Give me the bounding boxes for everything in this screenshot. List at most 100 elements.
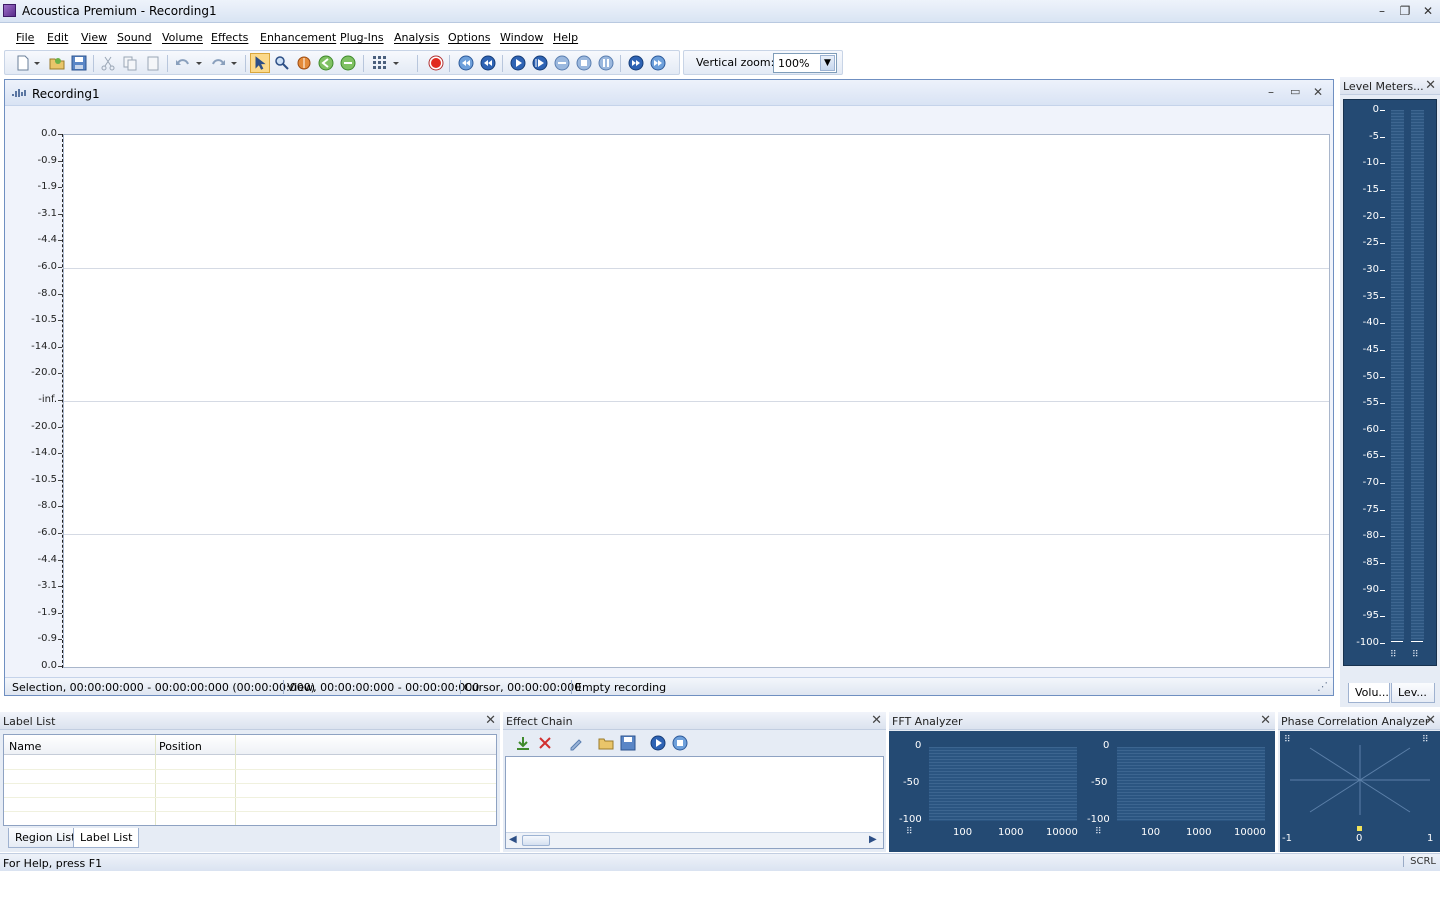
effect-chain-list[interactable]: ◀ ▶: [505, 756, 884, 849]
y-axis-tick-label: -20.0: [31, 421, 57, 432]
y-axis-tick-label: 0.0: [41, 660, 57, 671]
new-icon[interactable]: [15, 55, 31, 71]
level-scale-label: -20: [1362, 211, 1379, 222]
chevron-down-icon[interactable]: ▼: [820, 55, 835, 71]
delete-icon[interactable]: [537, 735, 553, 751]
fast-forward-icon[interactable]: [628, 55, 644, 71]
save-icon[interactable]: [71, 55, 87, 71]
scrub-tool-icon[interactable]: [296, 55, 312, 71]
menu-window[interactable]: Window: [500, 31, 543, 44]
minimize-icon[interactable]: –: [1268, 85, 1274, 99]
go-to-start-icon[interactable]: [458, 55, 474, 71]
zoom-in-icon[interactable]: [318, 55, 334, 71]
menu-file[interactable]: File: [16, 31, 34, 44]
stop-icon[interactable]: [672, 735, 688, 751]
resize-grip-icon[interactable]: ⋰: [1317, 680, 1328, 693]
menu-analysis[interactable]: Analysis: [394, 31, 439, 44]
level-scale-tick: [1380, 430, 1385, 431]
redo-dropdown-icon[interactable]: [230, 55, 238, 71]
close-icon[interactable]: ✕: [1425, 713, 1436, 728]
label-list-panel: Label List ✕ Name Position Region List L…: [0, 712, 500, 852]
grip-icon[interactable]: ⠿: [1095, 827, 1102, 837]
grip-icon[interactable]: ⠿: [1390, 650, 1397, 660]
close-icon[interactable]: ✕: [485, 713, 496, 728]
menu-edit[interactable]: Edit: [47, 31, 68, 44]
play-icon[interactable]: [650, 735, 666, 751]
open-icon[interactable]: [598, 735, 614, 751]
paste-icon[interactable]: [145, 55, 161, 71]
menu-sound[interactable]: Sound: [117, 31, 152, 44]
tab-region-list[interactable]: Region List: [8, 828, 83, 848]
scroll-thumb[interactable]: [522, 835, 550, 846]
zoom-out-icon[interactable]: [340, 55, 356, 71]
menu-plugins[interactable]: Plug-Ins: [340, 31, 384, 44]
grip-icon[interactable]: ⠿: [1412, 650, 1419, 660]
level-scale-label: -45: [1362, 344, 1379, 355]
restore-icon[interactable]: ❐: [1396, 3, 1414, 19]
edit-icon[interactable]: [568, 735, 584, 751]
grip-icon[interactable]: ⠿: [1284, 735, 1291, 745]
y-axis-tick-label: -0.9: [37, 155, 57, 166]
menu-enhancement[interactable]: Enhancement: [260, 31, 336, 44]
level-scale-tick: [1380, 243, 1385, 244]
waveform-icon: [12, 89, 26, 97]
menu-options[interactable]: Options: [448, 31, 490, 44]
play-icon[interactable]: [510, 55, 526, 71]
menu-effects[interactable]: Effects: [211, 31, 248, 44]
play-selection-icon[interactable]: [532, 55, 548, 71]
column-position[interactable]: Position: [159, 740, 202, 753]
grid-dropdown-icon[interactable]: [392, 55, 400, 71]
open-icon[interactable]: [49, 55, 65, 71]
gridline: [64, 534, 1329, 535]
y-axis-tick-label: -1.9: [37, 181, 57, 192]
scroll-right-icon[interactable]: ▶: [869, 834, 877, 845]
level-scale-tick: [1380, 190, 1385, 191]
close-icon[interactable]: ✕: [871, 713, 882, 728]
y-axis-tick-label: -inf.: [38, 394, 57, 405]
vertical-zoom-select[interactable]: 100% ▼: [773, 53, 837, 73]
tab-level[interactable]: Lev...: [1391, 683, 1435, 703]
record-icon[interactable]: [428, 55, 444, 71]
tab-volume[interactable]: Volu...: [1348, 683, 1390, 703]
close-icon[interactable]: ✕: [1425, 78, 1436, 93]
copy-icon[interactable]: [122, 55, 138, 71]
level-scale-tick: [1380, 163, 1385, 164]
menu-view[interactable]: View: [81, 31, 107, 44]
fft-left-y-0: 0: [915, 740, 922, 751]
zoom-tool-icon[interactable]: [274, 55, 290, 71]
recording-window: Recording1 – ▭ ✕ 0.0 -0.9 -1.9 -3.1 -4.4 -6.0…: [4, 79, 1334, 696]
save-icon[interactable]: [620, 735, 636, 751]
redo-icon[interactable]: [210, 55, 226, 71]
waveform-area[interactable]: [63, 134, 1330, 668]
download-icon[interactable]: [515, 735, 531, 751]
close-icon[interactable]: ✕: [1419, 3, 1437, 19]
column-name[interactable]: Name: [9, 740, 41, 753]
undo-icon[interactable]: [175, 55, 191, 71]
tab-label-list[interactable]: Label List: [73, 828, 140, 848]
minimize-icon[interactable]: –: [1373, 3, 1391, 19]
maximize-icon[interactable]: ▭: [1290, 85, 1300, 98]
grid-icon[interactable]: [372, 55, 388, 71]
label-table[interactable]: Name Position: [3, 734, 497, 826]
scroll-left-icon[interactable]: ◀: [509, 834, 517, 845]
pause-icon[interactable]: [598, 55, 614, 71]
fft-right-y-50: -50: [1091, 777, 1108, 788]
select-tool-icon[interactable]: [250, 53, 270, 73]
stop-icon[interactable]: [576, 55, 592, 71]
menu-help[interactable]: Help: [553, 31, 578, 44]
dropdown-icon[interactable]: [33, 55, 41, 71]
grip-icon[interactable]: ⠿: [906, 827, 913, 837]
cut-icon[interactable]: [100, 55, 116, 71]
horizontal-scrollbar[interactable]: ◀ ▶: [506, 832, 883, 848]
recording-title: Recording1: [32, 87, 100, 101]
phase-x-zero: 0: [1356, 833, 1363, 844]
level-scale-label: 0: [1372, 104, 1379, 115]
close-icon[interactable]: ✕: [1313, 85, 1323, 99]
go-to-end-icon[interactable]: [650, 55, 666, 71]
grip-icon[interactable]: ⠿: [1422, 735, 1429, 745]
undo-dropdown-icon[interactable]: [195, 55, 203, 71]
rewind-icon[interactable]: [480, 55, 496, 71]
loop-icon[interactable]: [554, 55, 570, 71]
menu-volume[interactable]: Volume: [162, 31, 203, 44]
close-icon[interactable]: ✕: [1260, 713, 1271, 728]
